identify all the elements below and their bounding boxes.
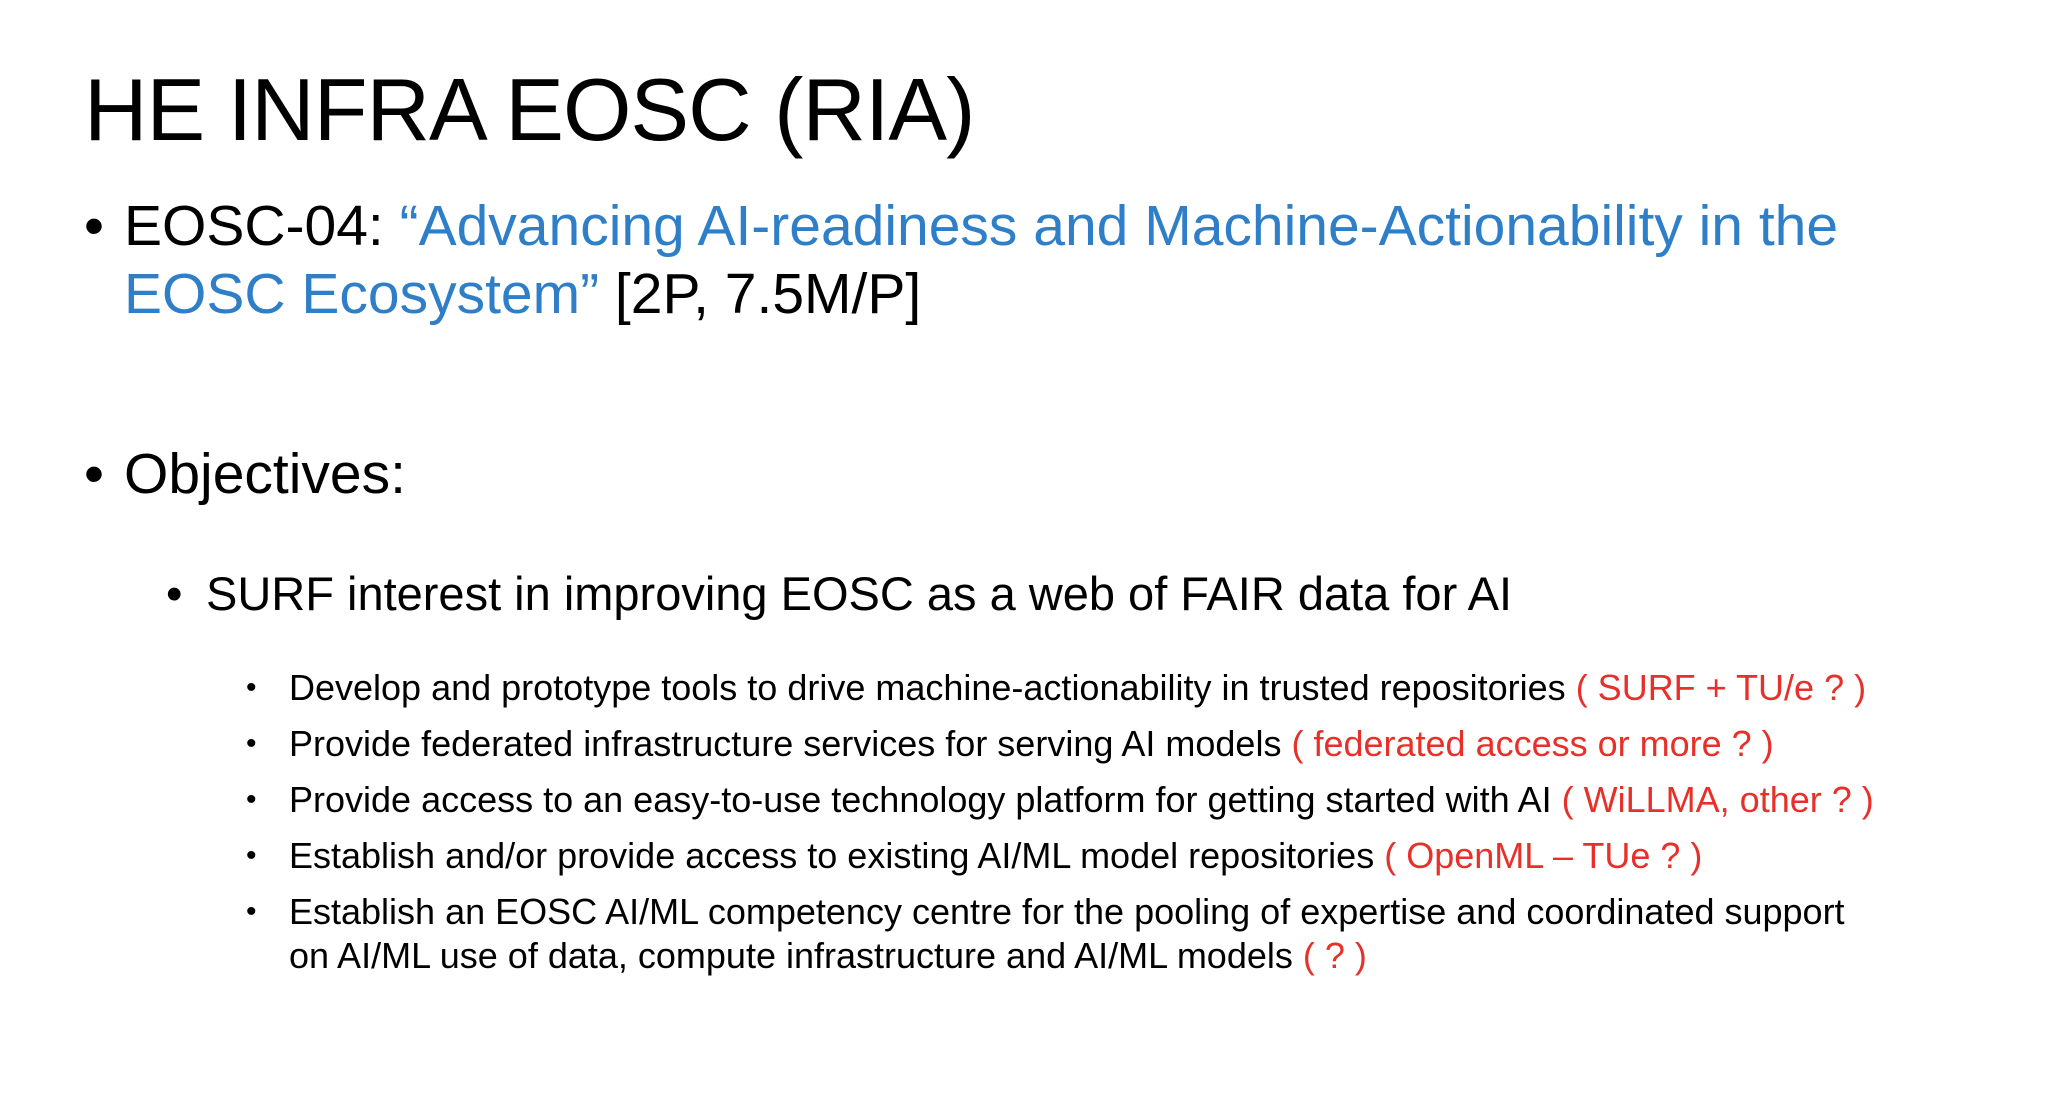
detail-note: ( WiLLMA, other ? ) xyxy=(1561,779,1874,820)
slide-title: HE INFRA EOSC (RIA) xyxy=(84,60,975,159)
detail-item: • Provide access to an easy-to-use techn… xyxy=(246,778,1874,822)
bullet: • xyxy=(246,727,257,760)
call-title-part2: EOSC Ecosystem” xyxy=(124,262,600,326)
bullet: • xyxy=(84,194,104,258)
detail-main: on AI/ML use of data, compute infrastruc… xyxy=(289,935,1303,976)
detail-text: Establish and/or provide access to exist… xyxy=(289,834,1702,878)
call-budget: [2P, 7.5M/P] xyxy=(599,262,922,326)
detail-main: Provide federated infrastructure service… xyxy=(289,723,1292,764)
bullet: • xyxy=(246,839,257,872)
detail-note: ( ? ) xyxy=(1302,935,1367,976)
bullet: • xyxy=(246,783,257,816)
detail-note: ( SURF + TU/e ? ) xyxy=(1575,667,1867,708)
call-title-part1: “Advancing AI-readiness and Machine-Acti… xyxy=(399,194,1839,258)
detail-item: • Provide federated infrastructure servi… xyxy=(246,722,1774,766)
detail-text: Provide access to an easy-to-use technol… xyxy=(289,778,1874,822)
surf-interest-item: • SURF interest in improving EOSC as a w… xyxy=(166,565,1512,623)
detail-note: ( federated access or more ? ) xyxy=(1291,723,1774,764)
bullet: • xyxy=(166,567,183,620)
detail-main: Provide access to an easy-to-use technol… xyxy=(289,779,1562,820)
eosc-04-line1: EOSC-04: “Advancing AI-readiness and Mac… xyxy=(124,192,2024,260)
detail-item: • Establish and/or provide access to exi… xyxy=(246,834,1702,878)
bullet: • xyxy=(84,442,104,506)
bullet: • xyxy=(246,671,257,704)
eosc-04-line2: EOSC Ecosystem” [2P, 7.5M/P] xyxy=(124,260,2024,328)
detail-text-line1: Establish an EOSC AI/ML competency centr… xyxy=(289,891,1845,932)
detail-main: Establish and/or provide access to exist… xyxy=(289,835,1385,876)
call-code: EOSC-04: xyxy=(124,194,400,258)
eosc-04-item: • EOSC-04: “Advancing AI-readiness and M… xyxy=(84,192,2024,328)
objectives-item: • Objectives: xyxy=(84,440,406,508)
detail-item: • Develop and prototype tools to drive m… xyxy=(246,666,1866,710)
detail-text: Provide federated infrastructure service… xyxy=(289,722,1774,766)
objectives-label: Objectives: xyxy=(124,442,406,506)
detail-main: Develop and prototype tools to drive mac… xyxy=(289,667,1576,708)
surf-interest-text: SURF interest in improving EOSC as a web… xyxy=(206,567,1513,620)
bullet: • xyxy=(246,895,257,928)
detail-item: • Establish an EOSC AI/ML competency cen… xyxy=(246,890,1845,978)
detail-note: ( OpenML – TUe ? ) xyxy=(1384,835,1703,876)
slide: HE INFRA EOSC (RIA) • EOSC-04: “Advancin… xyxy=(0,0,2050,1102)
detail-text-line2: on AI/ML use of data, compute infrastruc… xyxy=(289,934,1845,978)
detail-text: Develop and prototype tools to drive mac… xyxy=(289,666,1866,710)
